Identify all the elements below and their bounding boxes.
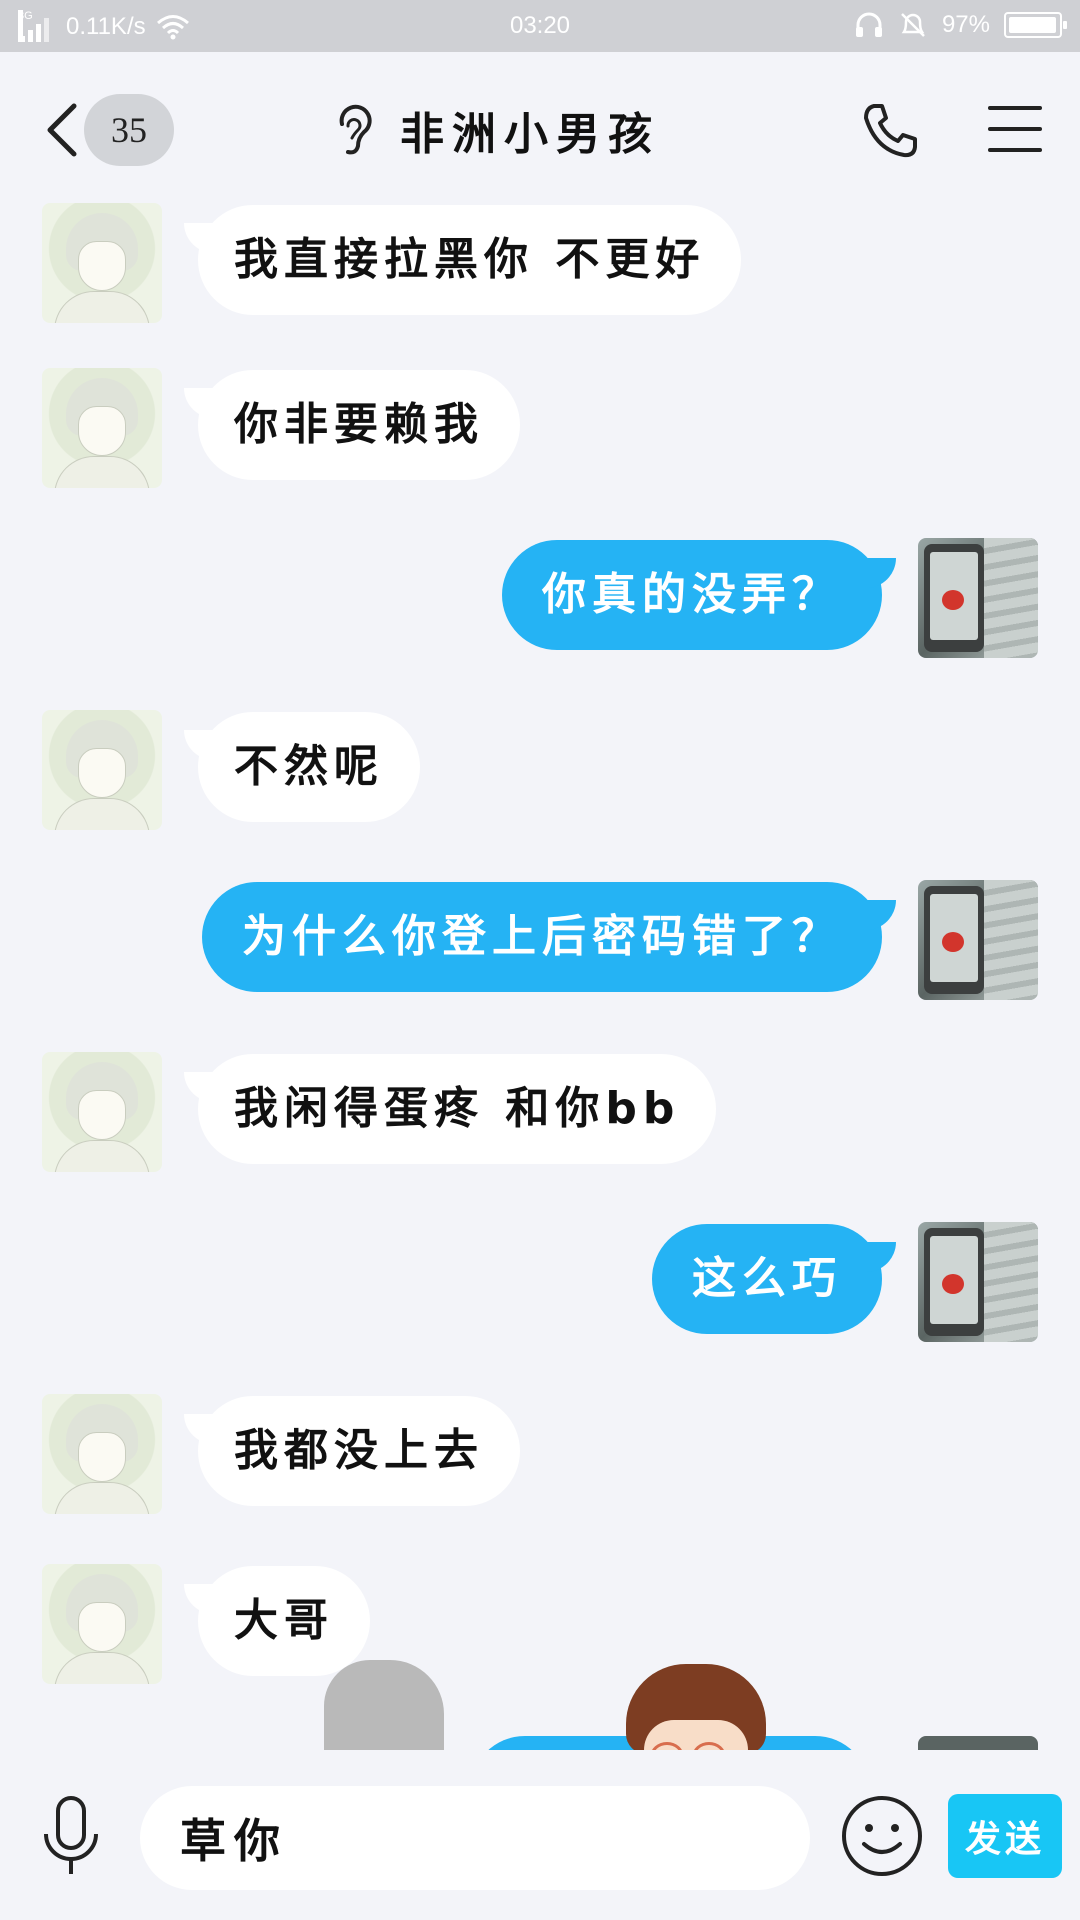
my-avatar[interactable] — [918, 538, 1038, 658]
phone-icon[interactable] — [860, 100, 920, 160]
message-bubble-sent[interactable]: 这么巧 — [652, 1224, 896, 1334]
contact-avatar[interactable] — [42, 1052, 162, 1172]
headset-icon — [854, 11, 884, 39]
battery-icon — [1004, 12, 1067, 38]
chat-title-group[interactable]: 非洲小男孩 — [330, 100, 660, 160]
status-bar: 3G 0.11K/s 03:20 97% — [0, 0, 1080, 52]
send-button[interactable]: 发送 — [948, 1794, 1062, 1878]
back-arrow-icon[interactable] — [42, 100, 82, 160]
message-bubble-received[interactable]: 我闲得蛋疼 和你bb — [198, 1054, 717, 1164]
ear-icon[interactable] — [330, 102, 374, 158]
menu-icon[interactable] — [988, 106, 1042, 152]
message-bubble-sent[interactable]: 为什么你登上后密码错了？ — [202, 882, 896, 992]
message-list[interactable]: 我直接拉黑你 不更好 你非要赖我 你真的没弄？ 不然呢 为什么你登上后密码错了？… — [0, 200, 1080, 1750]
message-bubble-received[interactable]: 你非要赖我 — [198, 370, 520, 480]
my-avatar[interactable] — [918, 1222, 1038, 1342]
contact-avatar[interactable] — [42, 368, 162, 488]
message-bubble-sent[interactable]: 你真的没弄？ — [502, 540, 896, 650]
contact-avatar[interactable] — [42, 710, 162, 830]
message-bubble-received[interactable]: 我都没上去 — [198, 1396, 520, 1506]
contact-avatar[interactable] — [42, 1394, 162, 1514]
my-avatar-partial — [918, 1736, 1038, 1750]
chat-title: 非洲小男孩 — [400, 109, 660, 160]
contact-avatar[interactable] — [42, 203, 162, 323]
emoji-icon[interactable] — [840, 1794, 924, 1878]
my-avatar[interactable] — [918, 880, 1038, 1000]
contact-avatar[interactable] — [42, 1564, 162, 1684]
chat-header: 35 非洲小男孩 — [0, 52, 1080, 202]
message-bubble-received[interactable]: 我直接拉黑你 不更好 — [198, 205, 742, 315]
bell-muted-icon — [898, 10, 928, 40]
input-bar: 发送 — [0, 1750, 1080, 1920]
mic-icon[interactable] — [38, 1794, 104, 1878]
unread-count-badge[interactable]: 35 — [84, 94, 174, 166]
battery-percent: 97% — [941, 11, 990, 38]
message-bubble-received[interactable]: 不然呢 — [198, 712, 420, 822]
message-input[interactable] — [140, 1786, 810, 1890]
